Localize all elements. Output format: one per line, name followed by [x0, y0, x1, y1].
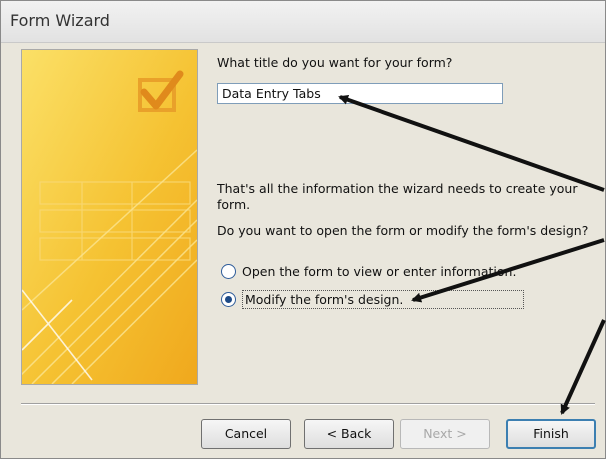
radio-selected-dot — [225, 296, 232, 303]
option-open-form[interactable]: Open the form to view or enter informati… — [221, 264, 516, 279]
window-title: Form Wizard — [10, 11, 110, 30]
wizard-art-panel — [21, 49, 198, 385]
next-button[interactable]: Next > — [400, 419, 490, 449]
option-open-form-label: Open the form to view or enter informati… — [242, 264, 517, 279]
form-wizard-window: Form Wizard What title do you want for y… — [0, 0, 606, 459]
title-bar: Form Wizard — [1, 1, 605, 43]
cancel-button[interactable]: Cancel — [201, 419, 291, 449]
open-question: Do you want to open the form or modify t… — [217, 223, 589, 238]
wizard-illustration — [22, 50, 197, 384]
form-title-input[interactable]: Data Entry Tabs — [217, 83, 503, 104]
back-button[interactable]: < Back — [304, 419, 394, 449]
title-question: What title do you want for your form? — [217, 55, 453, 70]
radio-open-form[interactable] — [221, 264, 236, 279]
option-modify-design[interactable]: Modify the form's design. — [221, 290, 525, 309]
button-separator-highlight — [21, 404, 595, 405]
finish-button[interactable]: Finish — [506, 419, 596, 449]
radio-modify-design[interactable] — [221, 292, 236, 307]
option-modify-design-label: Modify the form's design. — [242, 290, 525, 309]
info-text: That's all the information the wizard ne… — [217, 181, 578, 212]
